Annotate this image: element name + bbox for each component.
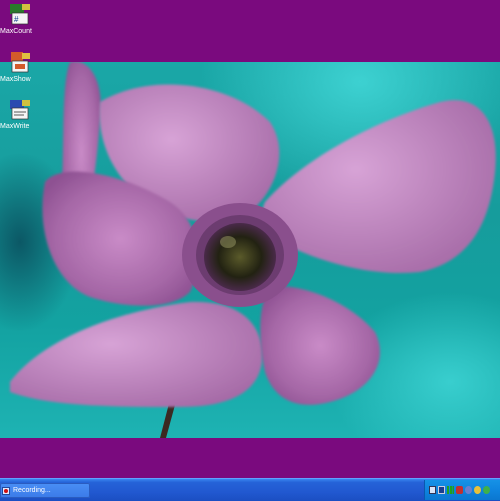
flower-center-highlight: [220, 236, 236, 248]
taskbar-button-recording[interactable]: Recording...: [0, 483, 90, 498]
desktop-wallpaper: [0, 62, 500, 438]
volume-icon[interactable]: [447, 486, 454, 494]
maxshow-app-icon: [11, 52, 30, 73]
desktop-icon-label: MaxCount: [0, 28, 32, 35]
desktop-icon-maxshow[interactable]: MaxShow: [0, 48, 40, 84]
system-tray: [424, 480, 500, 500]
maxwrite-app-icon: [10, 100, 30, 120]
petal-bottom-right: [260, 286, 380, 405]
taskbar-button-label: Recording...: [13, 487, 51, 494]
update-icon[interactable]: [483, 486, 490, 494]
desktop-icon-label: MaxShow: [0, 76, 31, 83]
flower-image: [10, 62, 496, 438]
security-icon[interactable]: [456, 486, 463, 494]
antivirus-icon[interactable]: [474, 486, 481, 494]
petal-bottom-left: [10, 301, 263, 407]
svg-text:#: #: [14, 15, 19, 24]
recording-icon: [2, 486, 10, 495]
bluetooth-icon[interactable]: [465, 486, 472, 494]
desktop-icon-label: MaxWrite: [0, 123, 30, 130]
maxcount-app-icon: #: [10, 4, 30, 25]
display-icon[interactable]: [429, 486, 436, 494]
network-icon[interactable]: [438, 486, 445, 494]
flower-center: [204, 223, 276, 291]
taskbar: Recording...: [0, 478, 500, 501]
desktop-icon-maxwrite[interactable]: MaxWrite: [0, 95, 40, 131]
desktop-icon-maxcount[interactable]: # MaxCount: [0, 0, 40, 36]
